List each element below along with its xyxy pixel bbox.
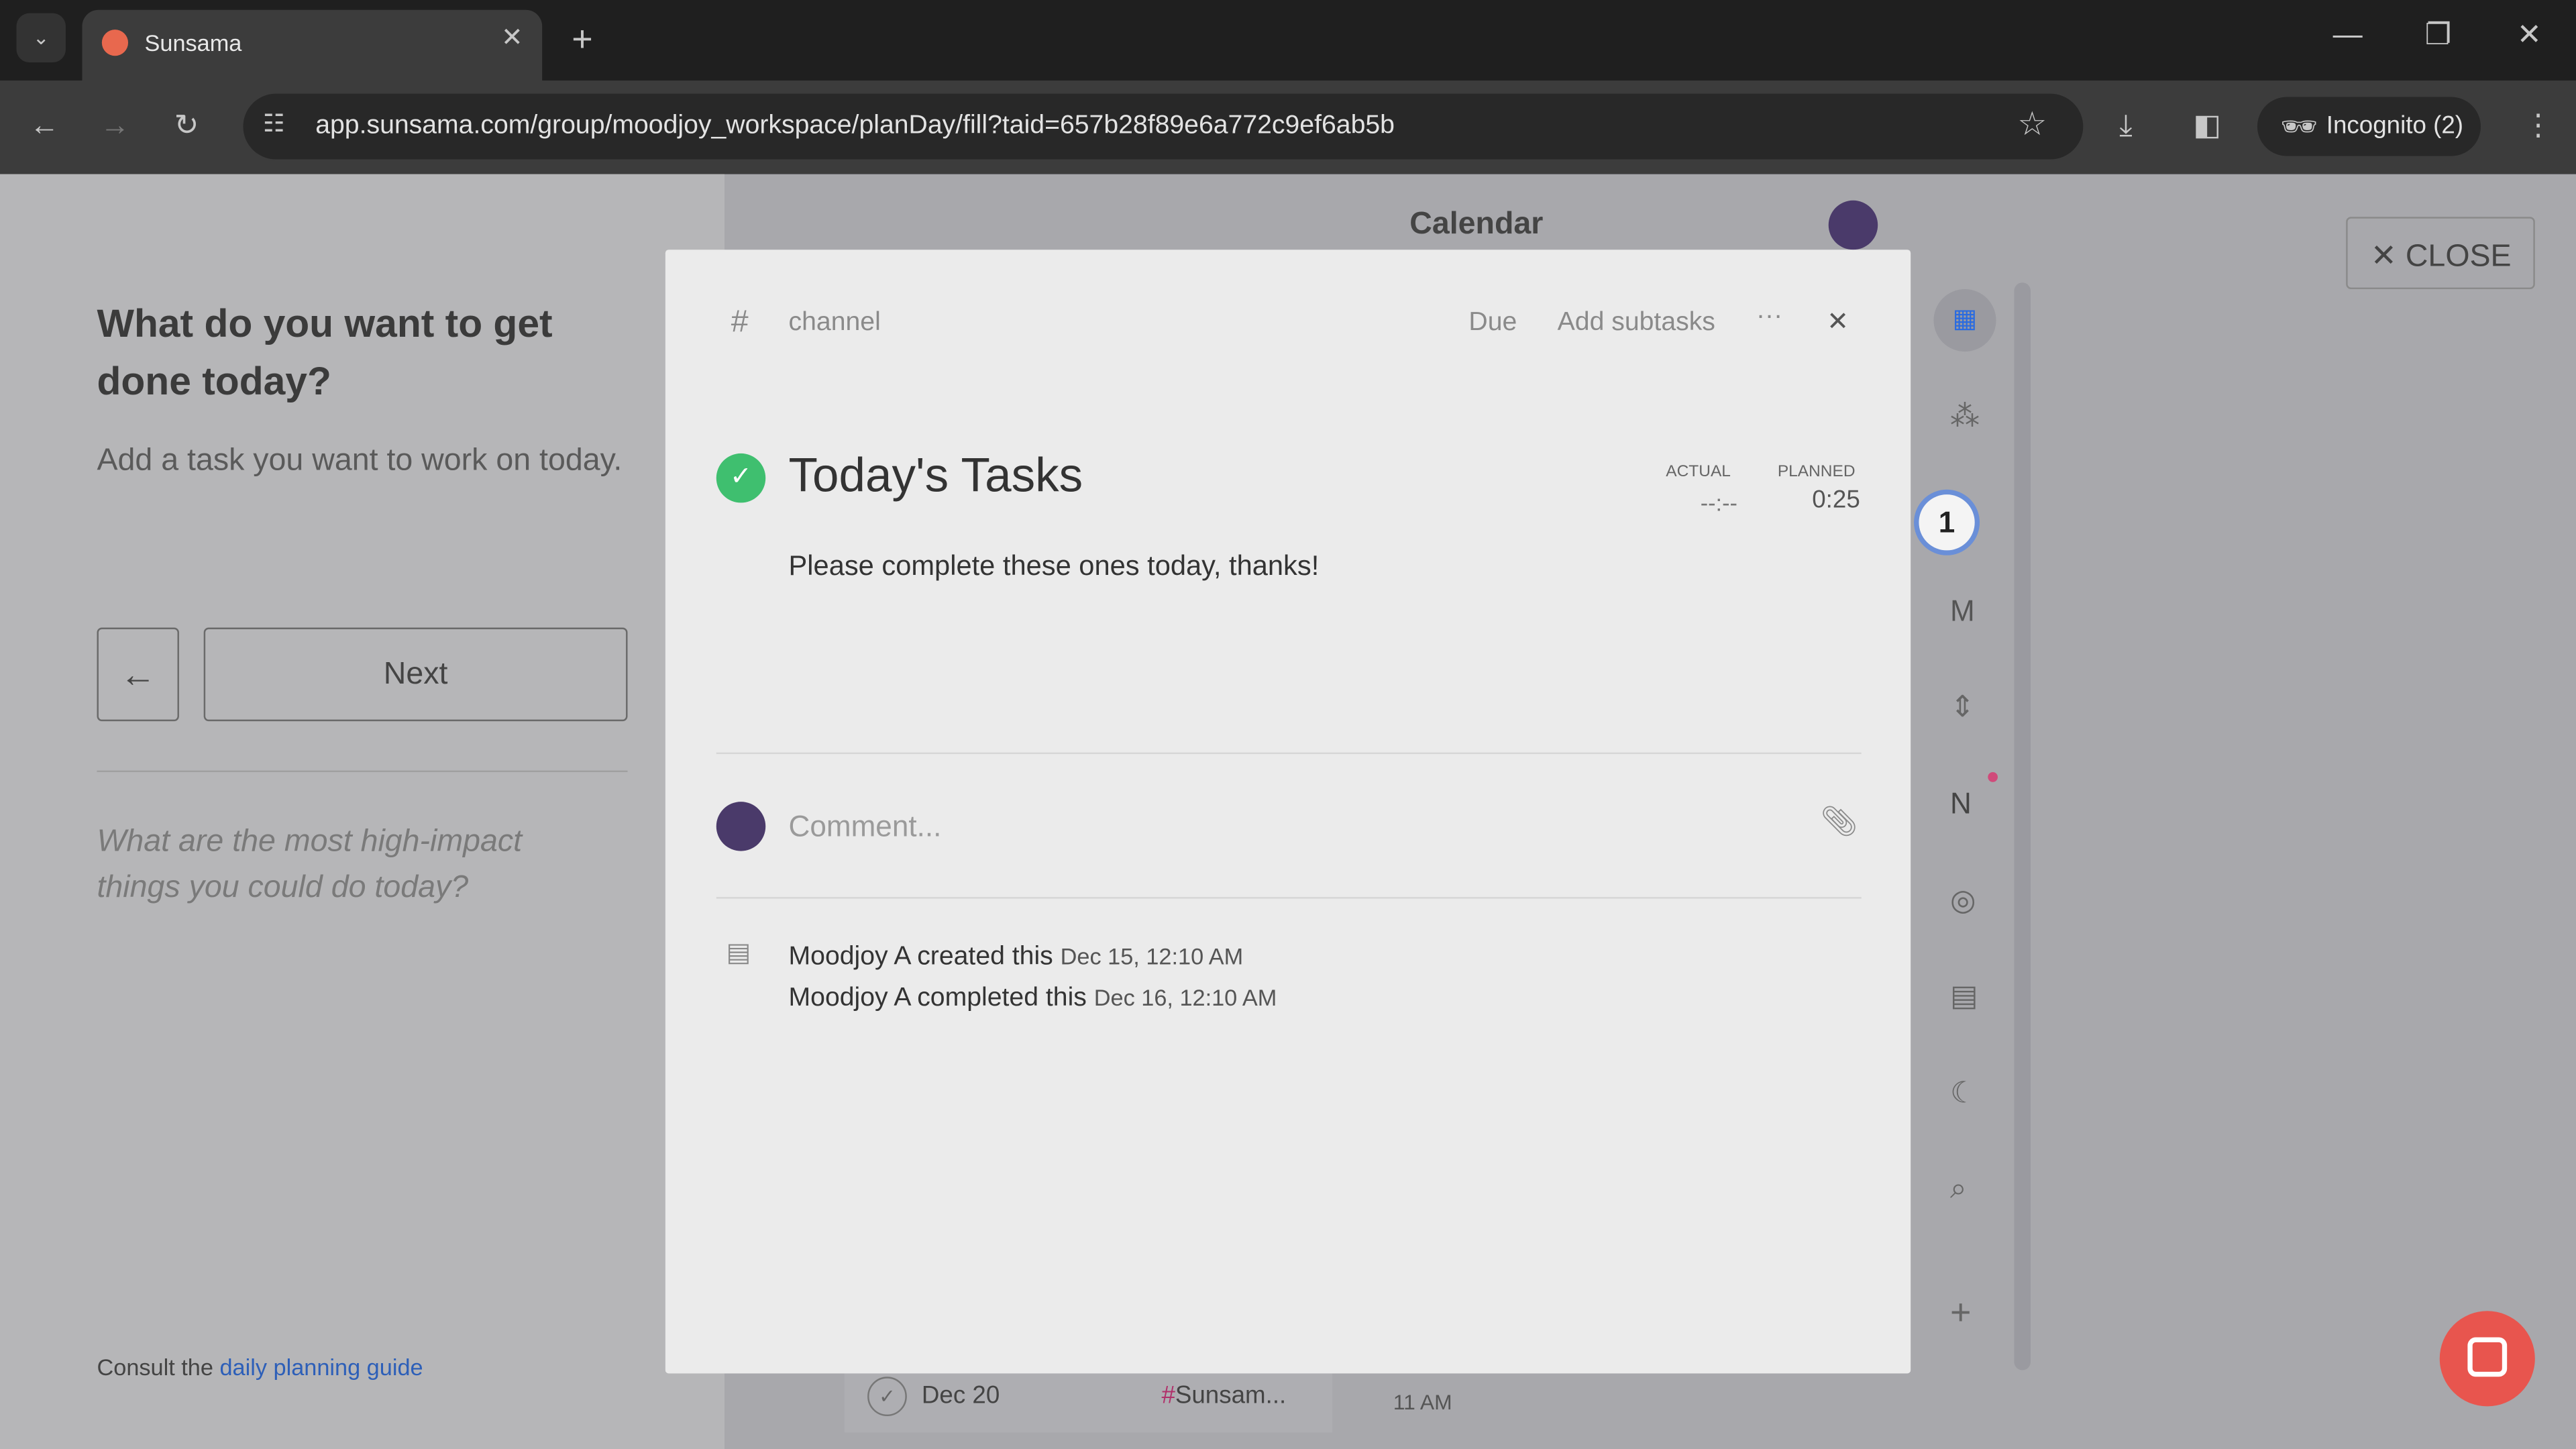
task-check-icon[interactable]: ✓ xyxy=(867,1377,907,1417)
activity-item: Moodjoy A completed this Dec 16, 12:10 A… xyxy=(789,977,1277,1018)
activity-icon: ▤ xyxy=(726,939,751,968)
close-tab-icon[interactable]: ✕ xyxy=(501,25,523,52)
activity-log: Moodjoy A created this Dec 15, 12:10 AM … xyxy=(789,936,1277,1018)
back-button[interactable]: ← xyxy=(97,627,179,722)
panel-heading: What do you want to get done today? xyxy=(97,302,553,405)
download-icon[interactable]: ⤓ xyxy=(2119,110,2133,140)
sync-icon[interactable]: ⇕ xyxy=(1950,692,1975,721)
hash-icon: # xyxy=(1161,1381,1175,1410)
comment-avatar xyxy=(716,802,766,851)
tab-title: Sunsama xyxy=(144,30,242,56)
integrations-sidebar: ▦ ⁂ M ⇕ N ◎ ▤ ☾ ⌕ + xyxy=(1931,256,2003,1373)
calendar-title: Calendar xyxy=(1409,207,1544,242)
prompt-text: What are the most high-impact things you… xyxy=(97,824,523,906)
profile-label: Incognito (2) xyxy=(2326,111,2464,140)
notification-dot xyxy=(1988,772,1998,782)
planned-time[interactable]: 0:25 xyxy=(1812,486,1860,515)
minimize-icon[interactable]: — xyxy=(2333,19,2363,49)
planning-guide-link[interactable]: daily planning guide xyxy=(219,1354,423,1380)
asana-icon[interactable]: ⁂ xyxy=(1950,401,1980,431)
menu-icon[interactable]: ⋮ xyxy=(2524,110,2553,140)
divider xyxy=(716,897,1862,899)
task-detail-modal: # channel Due Add subtasks ··· ✕ ✓ Today… xyxy=(665,250,1911,1374)
hash-icon: # xyxy=(731,305,749,340)
time-label: 11 AM xyxy=(1393,1389,1452,1415)
calendar-task-row[interactable]: ✓ Dec 20 #Sunsam... xyxy=(844,1366,1333,1433)
new-tab-icon[interactable]: + xyxy=(572,21,592,58)
consult-text: Consult the xyxy=(97,1353,220,1381)
user-avatar[interactable] xyxy=(1828,200,1878,250)
task-title[interactable]: Today's Tasks xyxy=(789,450,1083,504)
close-icon: ✕ xyxy=(2370,239,2406,274)
forward-icon[interactable]: → xyxy=(100,110,129,140)
modal-close-icon[interactable]: ✕ xyxy=(1827,306,1849,339)
side-panel-icon[interactable]: ◧ xyxy=(2193,110,2221,140)
activity-time: Dec 16, 12:10 AM xyxy=(1093,983,1277,1011)
attachment-icon[interactable]: 📎︎ xyxy=(1820,805,1858,839)
close-button[interactable]: ✕ CLOSE xyxy=(2346,217,2535,290)
gmail-icon[interactable]: M xyxy=(1950,596,1975,626)
google-calendar-icon[interactable]: ▦ xyxy=(1933,289,1996,352)
task-date: Dec 20 xyxy=(921,1381,1000,1410)
archive-icon[interactable]: ▤ xyxy=(1950,981,1978,1010)
activity-text: Moodjoy A completed this xyxy=(788,983,1087,1012)
activity-text: Moodjoy A created this xyxy=(788,943,1053,971)
planned-label: PLANNED xyxy=(1777,463,1856,482)
add-subtasks-button[interactable]: Add subtasks xyxy=(1558,309,1715,338)
incognito-button[interactable]: 🕶 Incognito (2) xyxy=(2257,97,2481,156)
app-page: What do you want to get done today? Add … xyxy=(0,174,2576,1449)
actual-label: ACTUAL xyxy=(1666,463,1731,482)
site-settings-icon[interactable]: ☷ xyxy=(263,112,285,137)
activity-item: Moodjoy A created this Dec 15, 12:10 AM xyxy=(789,936,1277,977)
task-channel: Sunsam... xyxy=(1175,1381,1287,1410)
actual-time[interactable]: --:-- xyxy=(1701,490,1737,516)
due-button[interactable]: Due xyxy=(1468,309,1517,338)
panel-subtext: Add a task you want to work on today. xyxy=(97,443,623,478)
reload-icon[interactable]: ↻ xyxy=(174,110,199,140)
task-notes[interactable]: Please complete these ones today, thanks… xyxy=(789,550,1320,583)
divider xyxy=(716,752,1862,755)
completed-check-icon[interactable]: ✓ xyxy=(716,453,766,503)
activity-time: Dec 15, 12:10 AM xyxy=(1060,943,1244,969)
next-button[interactable]: Next xyxy=(203,627,628,722)
sunsama-favicon-icon xyxy=(101,30,129,56)
divider xyxy=(97,770,628,773)
add-icon[interactable]: + xyxy=(1950,1294,1971,1331)
restore-icon[interactable]: ❐ xyxy=(2425,19,2452,49)
more-icon[interactable]: ··· xyxy=(1756,303,1782,332)
browser-tab[interactable]: Sunsama ✕ xyxy=(82,9,543,81)
close-label: CLOSE xyxy=(2405,239,2512,274)
channel-selector[interactable]: channel xyxy=(789,309,881,338)
comment-input[interactable]: Comment... xyxy=(789,810,942,844)
incognito-icon: 🕶 xyxy=(2280,110,2318,144)
intercom-chat-button[interactable] xyxy=(2439,1311,2535,1407)
target-icon[interactable]: ◎ xyxy=(1950,885,1976,915)
chat-icon xyxy=(2467,1337,2508,1377)
address-bar-row: ← → ↻ ☷ app.sunsama.com/group/moodjoy_wo… xyxy=(0,80,2576,174)
notion-icon[interactable]: N xyxy=(1950,789,1972,818)
task-count-badge[interactable]: 1 xyxy=(1914,489,1980,555)
tab-bar: ⌄ Sunsama ✕ + — ❐ ✕ xyxy=(0,0,2576,81)
window-close-icon[interactable]: ✕ xyxy=(2517,19,2542,49)
bookmark-star-icon[interactable]: ☆ xyxy=(2017,109,2047,142)
tab-search-icon[interactable]: ⌄ xyxy=(16,13,66,63)
url-text: app.sunsama.com/group/moodjoy_workspace/… xyxy=(315,111,1395,140)
planning-panel: What do you want to get done today? Add … xyxy=(0,174,725,1449)
back-icon[interactable]: ← xyxy=(30,110,59,140)
url-field[interactable]: ☷ app.sunsama.com/group/moodjoy_workspac… xyxy=(243,93,2084,160)
scrollbar[interactable] xyxy=(2014,282,2031,1371)
focus-moon-icon[interactable]: ☾ xyxy=(1950,1078,1977,1108)
search-icon[interactable]: ⌕ xyxy=(1950,1173,1967,1203)
